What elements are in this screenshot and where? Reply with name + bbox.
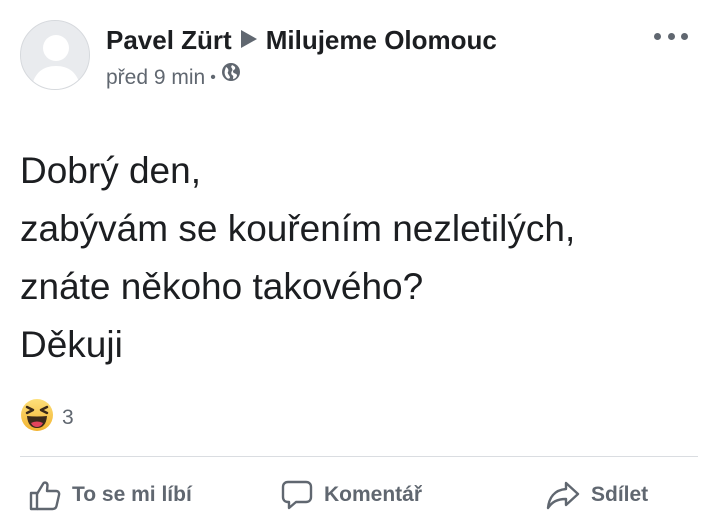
group-name[interactable]: Milujeme Olomouc bbox=[266, 25, 497, 55]
meta-separator: • bbox=[210, 69, 216, 86]
comment-button[interactable]: Komentář bbox=[280, 470, 422, 520]
more-dot bbox=[667, 32, 675, 40]
post-text-line: znáte někoho takového? bbox=[20, 266, 424, 307]
thumbs-up-icon bbox=[29, 481, 61, 511]
comment-label: Komentář bbox=[324, 483, 423, 506]
author-name[interactable]: Pavel Zürt bbox=[106, 25, 232, 55]
comment-bubble-icon bbox=[281, 480, 313, 510]
share-arrow-icon bbox=[546, 481, 580, 510]
more-dot bbox=[654, 32, 661, 40]
post-text-line: Dobrý den, bbox=[20, 150, 201, 191]
post-text-line: Děkuji bbox=[20, 324, 123, 365]
post-text-line: zabývám se kouřením nezletilých, bbox=[20, 208, 576, 249]
globe-icon bbox=[221, 62, 241, 90]
like-button[interactable]: To se mi líbí bbox=[28, 470, 192, 520]
reactions-summary[interactable]: 3 bbox=[20, 398, 74, 437]
share-label: Sdílet bbox=[591, 483, 649, 506]
post-card: Pavel Zürt Milujeme Olomouc před 9 min • D… bbox=[0, 0, 718, 527]
right-triangle-icon bbox=[240, 24, 258, 56]
share-button[interactable]: Sdílet bbox=[545, 470, 648, 520]
post-timestamp[interactable]: před 9 min bbox=[106, 66, 205, 89]
default-avatar-icon bbox=[21, 21, 89, 89]
post-text: Dobrý den, zabývám se kouřením nezletilý… bbox=[20, 142, 575, 374]
avatar[interactable] bbox=[20, 20, 90, 90]
haha-reaction-icon bbox=[20, 398, 54, 437]
post-header-title: Pavel Zürt Milujeme Olomouc bbox=[106, 24, 497, 58]
reaction-count: 3 bbox=[62, 405, 74, 429]
post-meta: před 9 min • bbox=[106, 62, 241, 94]
like-label: To se mi líbí bbox=[72, 483, 192, 506]
divider bbox=[20, 456, 698, 457]
more-options-icon[interactable] bbox=[654, 28, 688, 44]
more-dot bbox=[681, 32, 688, 40]
action-bar: To se mi líbí Komentář Sdílet bbox=[0, 470, 718, 520]
